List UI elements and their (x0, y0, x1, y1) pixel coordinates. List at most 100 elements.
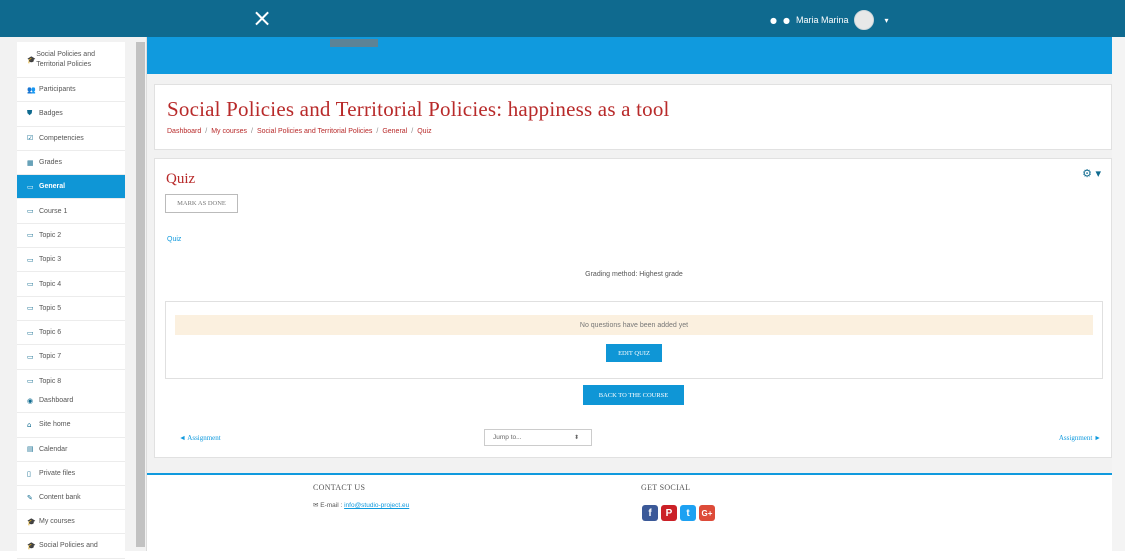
jump-to-select[interactable]: Jump to... ⬍ (484, 429, 592, 446)
sidebar-item-my-courses[interactable]: 🎓 My courses (17, 510, 125, 535)
breadcrumb-my-courses[interactable]: My courses (211, 128, 247, 135)
sidebar-item-label: Topic 2 (39, 231, 62, 239)
file-icon: ▯ (27, 469, 31, 478)
sidebar-item-label: My courses (39, 518, 75, 526)
shield-icon: ⛊ (27, 109, 33, 118)
sidebar-item-label: Badges (39, 110, 63, 118)
footer: CONTACT US ✉ E-mail : info@studio-projec… (147, 473, 1112, 551)
sidebar-item-topic-6[interactable]: ▭ Topic 6 (17, 321, 125, 346)
folder-icon: ▭ (27, 328, 34, 337)
sidebar-item-grades[interactable]: ▦ Grades (17, 151, 125, 176)
graduation-cap-icon: 🎓 (27, 55, 36, 64)
twitter-icon[interactable]: t (680, 505, 696, 521)
sidebar-item-calendar[interactable]: ▤ Calendar (17, 438, 125, 462)
sidebar-item-topic-2[interactable]: ▭ Topic 2 (17, 224, 125, 249)
page-header: Social Policies and Territorial Policies… (154, 84, 1112, 150)
dashboard-icon: ◉ (27, 396, 34, 405)
sidebar-item-label: Social Policies and Territorial Policies (36, 50, 95, 68)
folder-icon: ▭ (27, 377, 34, 386)
sidebar-item-course-short[interactable]: 🎓 Social Policies and (17, 534, 125, 559)
sidebar-item-label: Participants (39, 86, 76, 94)
gear-icon[interactable]: ⚙ ▾ (1082, 167, 1101, 180)
sidebar-item-participants[interactable]: 👥 Participants (17, 78, 125, 103)
sidebar-item-private-files[interactable]: ▯ Private files (17, 462, 125, 487)
sidebar-item-label: Grades (39, 159, 62, 167)
sidebar-item-label: Topic 6 (39, 329, 62, 337)
sidebar-item-topic-7[interactable]: ▭ Topic 7 (17, 345, 125, 370)
page-scrollbar-track[interactable] (1112, 37, 1125, 551)
folder-icon: ▭ (27, 304, 34, 313)
prev-activity-link[interactable]: ◄ Assignment (179, 434, 221, 442)
breadcrumb-course[interactable]: Social Policies and Territorial Policies (257, 128, 372, 135)
nav-group-site: ◉ Dashboard ⌂ Site home ▤ Calendar ▯ Pri… (17, 389, 125, 511)
pencil-icon: ✎ (27, 493, 33, 502)
sidebar-item-site-home[interactable]: ⌂ Site home (17, 413, 125, 438)
sidebar-item-badges[interactable]: ⛊ Badges (17, 102, 125, 127)
sidebar-item-topic-3[interactable]: ▭ Topic 3 (17, 248, 125, 273)
graduation-cap-icon: 🎓 (27, 517, 36, 526)
back-to-course-button[interactable]: BACK TO THE COURSE (583, 385, 684, 405)
sidebar-item-content-bank[interactable]: ✎ Content bank (17, 486, 125, 511)
sidebar-item-label: Topic 4 (39, 280, 62, 288)
social-links: f P t G+ (642, 505, 715, 521)
table-icon: ▦ (27, 158, 34, 167)
nav-group-my-courses: 🎓 My courses 🎓 Social Policies and (17, 510, 125, 559)
select-arrows-icon: ⬍ (573, 434, 579, 441)
quiz-link[interactable]: Quiz (167, 236, 181, 243)
sidebar-item-topic-4[interactable]: ▭ Topic 4 (17, 272, 125, 297)
pinterest-icon[interactable]: P (661, 505, 677, 521)
sidebar-item-competencies[interactable]: ☑ Competencies (17, 127, 125, 151)
sidebar-item-topic-5[interactable]: ▭ Topic 5 (17, 297, 125, 321)
top-navbar: × ● ● Maria Marina ▾ (0, 0, 1125, 37)
bell-icon[interactable]: ● (770, 16, 777, 25)
sidebar-item-label: Dashboard (39, 397, 74, 405)
folder-icon: ▭ (27, 255, 34, 264)
drawer-scrollbar[interactable] (136, 42, 145, 547)
sidebar-item-label: Private files (39, 470, 76, 478)
sidebar-item-course[interactable]: 🎓 Social Policies and Territorial Polici… (17, 42, 125, 78)
breadcrumb: Dashboard / My courses / Social Policies and… (167, 128, 432, 135)
mark-as-done-button[interactable]: MARK AS DONE (165, 194, 238, 213)
social-heading: GET SOCIAL (641, 483, 691, 492)
folder-icon: ▭ (27, 182, 34, 191)
folder-icon: ▭ (27, 207, 34, 216)
next-activity-link[interactable]: Assignment ► (1059, 434, 1101, 442)
quiz-heading: Quiz (166, 171, 196, 187)
quiz-card: Quiz ⚙ ▾ MARK AS DONE Quiz Grading metho… (154, 158, 1112, 458)
email-label: ✉ E-mail : (313, 502, 345, 509)
chevron-down-icon[interactable]: ▾ (884, 16, 888, 25)
header-band (147, 37, 1112, 74)
user-name[interactable]: Maria Marina (796, 15, 849, 25)
users-icon: 👥 (27, 85, 36, 94)
nav-group-course: 🎓 Social Policies and Territorial Polici… (17, 42, 125, 394)
email-link[interactable]: info@studio-project.eu (344, 502, 409, 509)
folder-icon: ▭ (27, 280, 34, 289)
sidebar-item-label: Social Policies and (39, 542, 98, 550)
sidebar-item-dashboard[interactable]: ◉ Dashboard (17, 389, 125, 414)
site-logo[interactable] (330, 39, 378, 47)
sidebar-item-label: General (39, 183, 66, 191)
home-icon: ⌂ (27, 420, 32, 429)
sidebar-item-general[interactable]: ▭ General (17, 175, 125, 200)
jump-to-value: Jump to... (493, 434, 522, 441)
sidebar-item-label: Topic 8 (39, 377, 62, 385)
sidebar-item-course-1[interactable]: ▭ Course 1 (17, 199, 125, 224)
no-questions-notice: No questions have been added yet (175, 315, 1093, 335)
avatar[interactable] (854, 10, 875, 30)
google-plus-icon[interactable]: G+ (699, 505, 715, 521)
quiz-info-box: No questions have been added yet EDIT QU… (165, 301, 1103, 379)
edit-quiz-button[interactable]: EDIT QUIZ (606, 344, 662, 362)
user-menu[interactable]: ● ● Maria Marina ▾ (770, 10, 889, 30)
chat-icon[interactable]: ● (783, 16, 790, 25)
sidebar-item-label: Content bank (39, 494, 81, 502)
contact-heading: CONTACT US (313, 483, 366, 492)
folder-icon: ▭ (27, 231, 34, 240)
sidebar-item-label: Topic 7 (39, 353, 62, 361)
breadcrumb-dashboard[interactable]: Dashboard (167, 128, 201, 135)
breadcrumb-general[interactable]: General (382, 128, 407, 135)
close-icon[interactable]: × (252, 5, 272, 31)
sidebar-item-label: Calendar (39, 445, 68, 453)
sidebar-item-label: Topic 5 (39, 304, 62, 312)
breadcrumb-quiz[interactable]: Quiz (417, 128, 431, 135)
facebook-icon[interactable]: f (642, 505, 658, 521)
